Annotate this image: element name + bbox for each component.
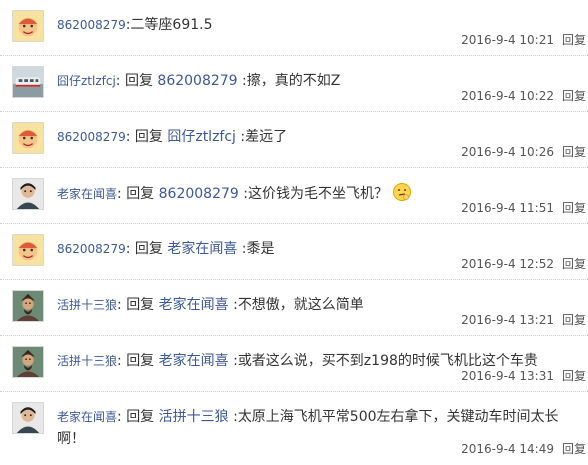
comment-username[interactable]: 老家在闻喜 — [57, 187, 117, 201]
comment-timestamp: 2016-9-4 14:49 — [461, 442, 554, 456]
comment-item: 老家在闻喜: 回复 活拼十三狼 :太原上海飞机平常500左右拿下，关键动车时间太… — [0, 392, 588, 465]
comment-username[interactable]: 老家在闻喜 — [57, 410, 117, 424]
reply-word: 回复 — [126, 297, 155, 313]
reply-target-link[interactable]: 862008279 — [157, 73, 237, 89]
comment-username[interactable]: 862008279 — [57, 130, 126, 144]
reply-button[interactable]: 回复 — [562, 33, 586, 47]
reply-target-link[interactable]: 老家在闻喜 — [159, 297, 229, 313]
thinking-emoticon — [392, 182, 412, 202]
comment-text: 擦，真的不如Z — [246, 73, 341, 89]
warrior-portrait-avatar[interactable] — [12, 290, 44, 322]
reply-target-link[interactable]: 老家在闻喜 — [167, 241, 237, 257]
reply-button[interactable]: 回复 — [562, 257, 586, 271]
reply-button[interactable]: 回复 — [562, 145, 586, 159]
reply-button[interactable]: 回复 — [562, 89, 586, 103]
reply-word: 回复 — [134, 129, 163, 145]
person-portrait-avatar[interactable] — [12, 178, 44, 210]
comment-timestamp: 2016-9-4 10:22 — [461, 89, 554, 103]
reply-button[interactable]: 回复 — [562, 313, 586, 327]
comment-timestamp: 2016-9-4 10:26 — [461, 145, 554, 159]
reply-word: 回复 — [134, 241, 163, 257]
reply-button[interactable]: 回复 — [562, 201, 586, 215]
comment-timestamp: 2016-9-4 10:21 — [461, 33, 554, 47]
warrior-portrait-avatar[interactable] — [12, 346, 44, 378]
comment-username[interactable]: 862008279 — [57, 18, 126, 32]
comment-meta: 2016-9-4 13:31 回复 — [461, 367, 588, 384]
comment-text: 二等座691.5 — [130, 17, 213, 33]
train-photo-avatar[interactable] — [12, 66, 44, 98]
comment-meta: 2016-9-4 10:26 回复 — [461, 143, 588, 160]
comment-meta: 2016-9-4 10:22 回复 — [461, 87, 588, 104]
comment-meta: 2016-9-4 14:49 回复 — [461, 440, 588, 457]
comment-username[interactable]: 活拼十三狼 — [57, 298, 117, 312]
comment-meta: 2016-9-4 10:21 回复 — [461, 31, 588, 48]
comment-timestamp: 2016-9-4 13:21 — [461, 313, 554, 327]
reply-button[interactable]: 回复 — [562, 369, 586, 383]
reply-word: 回复 — [124, 73, 153, 89]
reply-target-link[interactable]: 活拼十三狼 — [159, 409, 229, 425]
reply-target-link[interactable]: 囧仔ztlzfcj — [167, 129, 236, 145]
cartoon-face-avatar[interactable] — [12, 234, 44, 266]
reply-word: 回复 — [126, 353, 155, 369]
comment-item: 囧仔ztlzfcj: 回复 862008279 :擦，真的不如Z 2016-9-… — [0, 56, 588, 112]
comment-meta: 2016-9-4 12:52 回复 — [461, 255, 588, 272]
person-portrait-avatar[interactable] — [12, 402, 44, 434]
comment-item: 活拼十三狼: 回复 老家在闻喜 :不想傲，就这么简单 2016-9-4 13:2… — [0, 280, 588, 336]
comment-text: 这价钱为毛不坐飞机？ — [247, 186, 388, 202]
comment-text: 差远了 — [245, 129, 288, 145]
reply-word: 回复 — [126, 186, 155, 202]
comment-item: 活拼十三狼: 回复 老家在闻喜 :或者这么说，买不到z198的时候飞机比这个车贵… — [0, 336, 588, 392]
comment-username[interactable]: 862008279 — [57, 242, 126, 256]
comment-item: 老家在闻喜: 回复 862008279 :这价钱为毛不坐飞机？ 2016-9-4… — [0, 168, 588, 224]
comment-item: 862008279:二等座691.5 2016-9-4 10:21 回复 — [0, 0, 588, 56]
comment-item: 862008279: 回复 老家在闻喜 :黍是 2016-9-4 12:52 回复 — [0, 224, 588, 280]
comment-thread: 862008279:二等座691.5 2016-9-4 10:21 回复 囧仔zt… — [0, 0, 588, 465]
comment-timestamp: 2016-9-4 12:52 — [461, 257, 554, 271]
reply-button[interactable]: 回复 — [562, 442, 586, 456]
reply-target-link[interactable]: 老家在闻喜 — [159, 353, 229, 369]
cartoon-face-avatar[interactable] — [12, 122, 44, 154]
reply-word: 回复 — [126, 409, 155, 425]
comment-timestamp: 2016-9-4 13:31 — [461, 369, 554, 383]
comment-item: 862008279: 回复 囧仔ztlzfcj :差远了 2016-9-4 10… — [0, 112, 588, 168]
comment-username[interactable]: 活拼十三狼 — [57, 354, 117, 368]
comment-username[interactable]: 囧仔ztlzfcj — [57, 74, 116, 88]
comment-text: 不想傲，就这么简单 — [237, 297, 364, 313]
comment-text: 黍是 — [246, 241, 275, 257]
cartoon-face-avatar[interactable] — [12, 10, 44, 42]
comment-timestamp: 2016-9-4 11:51 — [461, 201, 554, 215]
comment-meta: 2016-9-4 13:21 回复 — [461, 311, 588, 328]
reply-target-link[interactable]: 862008279 — [159, 186, 239, 202]
comment-meta: 2016-9-4 11:51 回复 — [461, 199, 588, 216]
